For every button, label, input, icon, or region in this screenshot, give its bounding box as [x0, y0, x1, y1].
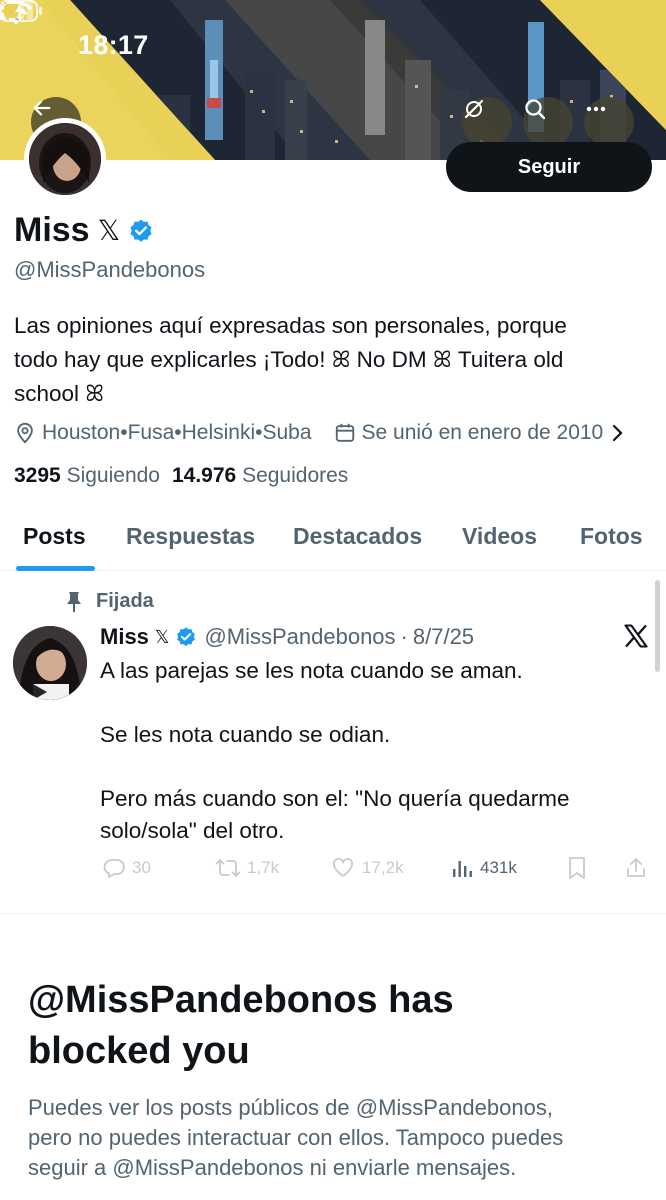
blocked-title-line: @MissPandebonos has	[28, 979, 454, 1021]
followers-label: Seguidores	[242, 464, 349, 487]
post-header: Miss 𝕏 @MissPandebonos · 8/7/25	[100, 622, 474, 652]
search-icon	[525, 99, 546, 120]
blocked-desc-line: pero no puedes interactuar con ellos. Ta…	[28, 1125, 564, 1150]
arrow-left-icon	[33, 100, 51, 116]
ellipsis-icon	[586, 106, 606, 112]
blocked-description: Puedes ver los posts públicos de @MissPa…	[28, 1093, 648, 1183]
calendar-icon	[335, 423, 354, 442]
following-link[interactable]: 3295 Siguiendo	[14, 464, 160, 487]
following-label: Siguiendo	[66, 464, 160, 487]
like-button[interactable]: 17,2k	[330, 856, 404, 880]
views-button[interactable]: 431k	[450, 856, 517, 880]
following-count: 3295	[14, 464, 61, 487]
post-text-line: Pero más cuando son el: "No quería queda…	[100, 786, 570, 811]
grok-button[interactable]	[462, 97, 512, 147]
divider	[0, 913, 666, 914]
tab-videos[interactable]: Videos	[462, 523, 537, 550]
status-time: 18:17	[78, 30, 149, 60]
pin-icon	[67, 591, 81, 612]
blocked-desc-line: Puedes ver los posts públicos de @MissPa…	[28, 1095, 553, 1120]
profile-banner: 18:17	[0, 0, 666, 160]
tab-posts[interactable]: Posts	[23, 523, 86, 550]
repost-count: 1,7k	[247, 858, 280, 877]
search-button[interactable]	[523, 97, 573, 147]
active-tab-indicator	[16, 566, 95, 571]
repost-button[interactable]: 1,7k	[215, 856, 279, 880]
bio-line: school ꕤ	[14, 381, 105, 406]
reply-icon	[103, 859, 125, 878]
post-text-line: solo/sola" del otro.	[100, 818, 285, 843]
bio-line: Las opiniones aquí expresadas son person…	[14, 313, 567, 338]
post-author-handle[interactable]: @MissPandebonos	[204, 624, 395, 650]
post-text-line: Se les nota cuando se odian.	[100, 722, 391, 747]
x-logo-icon[interactable]	[622, 622, 650, 650]
reply-button[interactable]: 30	[102, 856, 151, 880]
grok-icon	[464, 99, 484, 119]
view-count: 431k	[480, 858, 517, 877]
separator: ·	[400, 624, 408, 649]
post-author-avatar[interactable]	[13, 626, 87, 700]
pinned-label: Fijada	[96, 590, 154, 612]
profile-meta: Houston•Fusa•Helsinki•Suba Se unió en en…	[14, 418, 625, 448]
blocked-title-line: blocked you	[28, 1030, 250, 1072]
follow-label: Seguir	[517, 155, 581, 178]
follow-button[interactable]: Seguir	[446, 142, 652, 192]
share-icon	[627, 858, 645, 877]
profile-name: Miss 𝕏	[14, 211, 154, 250]
profile-handle: @MissPandebonos	[14, 257, 206, 282]
post-body[interactable]: A las parejas se les nota cuando se aman…	[100, 655, 640, 847]
like-count: 17,2k	[362, 858, 404, 877]
battery-charging-icon	[0, 0, 42, 22]
status-bar: 18:17	[0, 0, 666, 92]
more-button[interactable]	[584, 97, 634, 147]
tab-destacados[interactable]: Destacados	[293, 523, 422, 550]
x-affiliation-icon: 𝕏	[154, 626, 170, 647]
blocked-title: @MissPandebonos has blocked you	[28, 975, 628, 1077]
chevron-right-icon[interactable]	[611, 423, 625, 443]
tab-fotos[interactable]: Fotos	[580, 523, 643, 550]
joined-date-text: Se unió en enero de 2010	[361, 421, 604, 444]
verified-badge-icon	[177, 627, 196, 647]
reply-count: 30	[132, 858, 151, 877]
followers-count: 14.976	[171, 464, 237, 487]
followers-link[interactable]: 14.976 Seguidores	[172, 464, 348, 487]
location-pin-icon	[17, 422, 33, 444]
bookmark-button[interactable]	[566, 856, 588, 880]
profile-tabs: Posts Respuestas Destacados Videos Fotos	[0, 505, 666, 571]
bio-line: todo hay que explicarles ¡Todo! ꕤ No DM …	[14, 347, 564, 372]
share-button[interactable]	[624, 856, 648, 880]
verified-badge-icon	[130, 219, 152, 242]
tab-respuestas[interactable]: Respuestas	[126, 523, 255, 550]
x-affiliation-icon: 𝕏	[97, 215, 121, 246]
heart-icon	[333, 858, 353, 877]
bookmark-icon	[569, 857, 585, 879]
post-text-line: A las parejas se les nota cuando se aman…	[100, 658, 523, 683]
display-name: Miss	[14, 211, 90, 249]
bar-chart-icon	[453, 861, 472, 877]
post-date[interactable]: 8/7/25	[413, 624, 474, 650]
follow-stats: 3295 Siguiendo 14.976 Seguidores	[14, 464, 348, 488]
post-actions: 30 1,7k 17,2k 431k	[100, 856, 660, 886]
location-text: Houston•Fusa•Helsinki•Suba	[42, 421, 312, 444]
repost-icon	[215, 859, 241, 877]
pinned-indicator: Fijada	[66, 590, 154, 613]
scrollbar[interactable]	[655, 580, 660, 672]
profile-avatar[interactable]	[24, 118, 106, 200]
post-author-name[interactable]: Miss	[100, 624, 149, 650]
blocked-desc-line: seguir a @MissPandebonos ni enviarle men…	[28, 1155, 517, 1180]
profile-bio: Las opiniones aquí expresadas son person…	[14, 309, 654, 411]
